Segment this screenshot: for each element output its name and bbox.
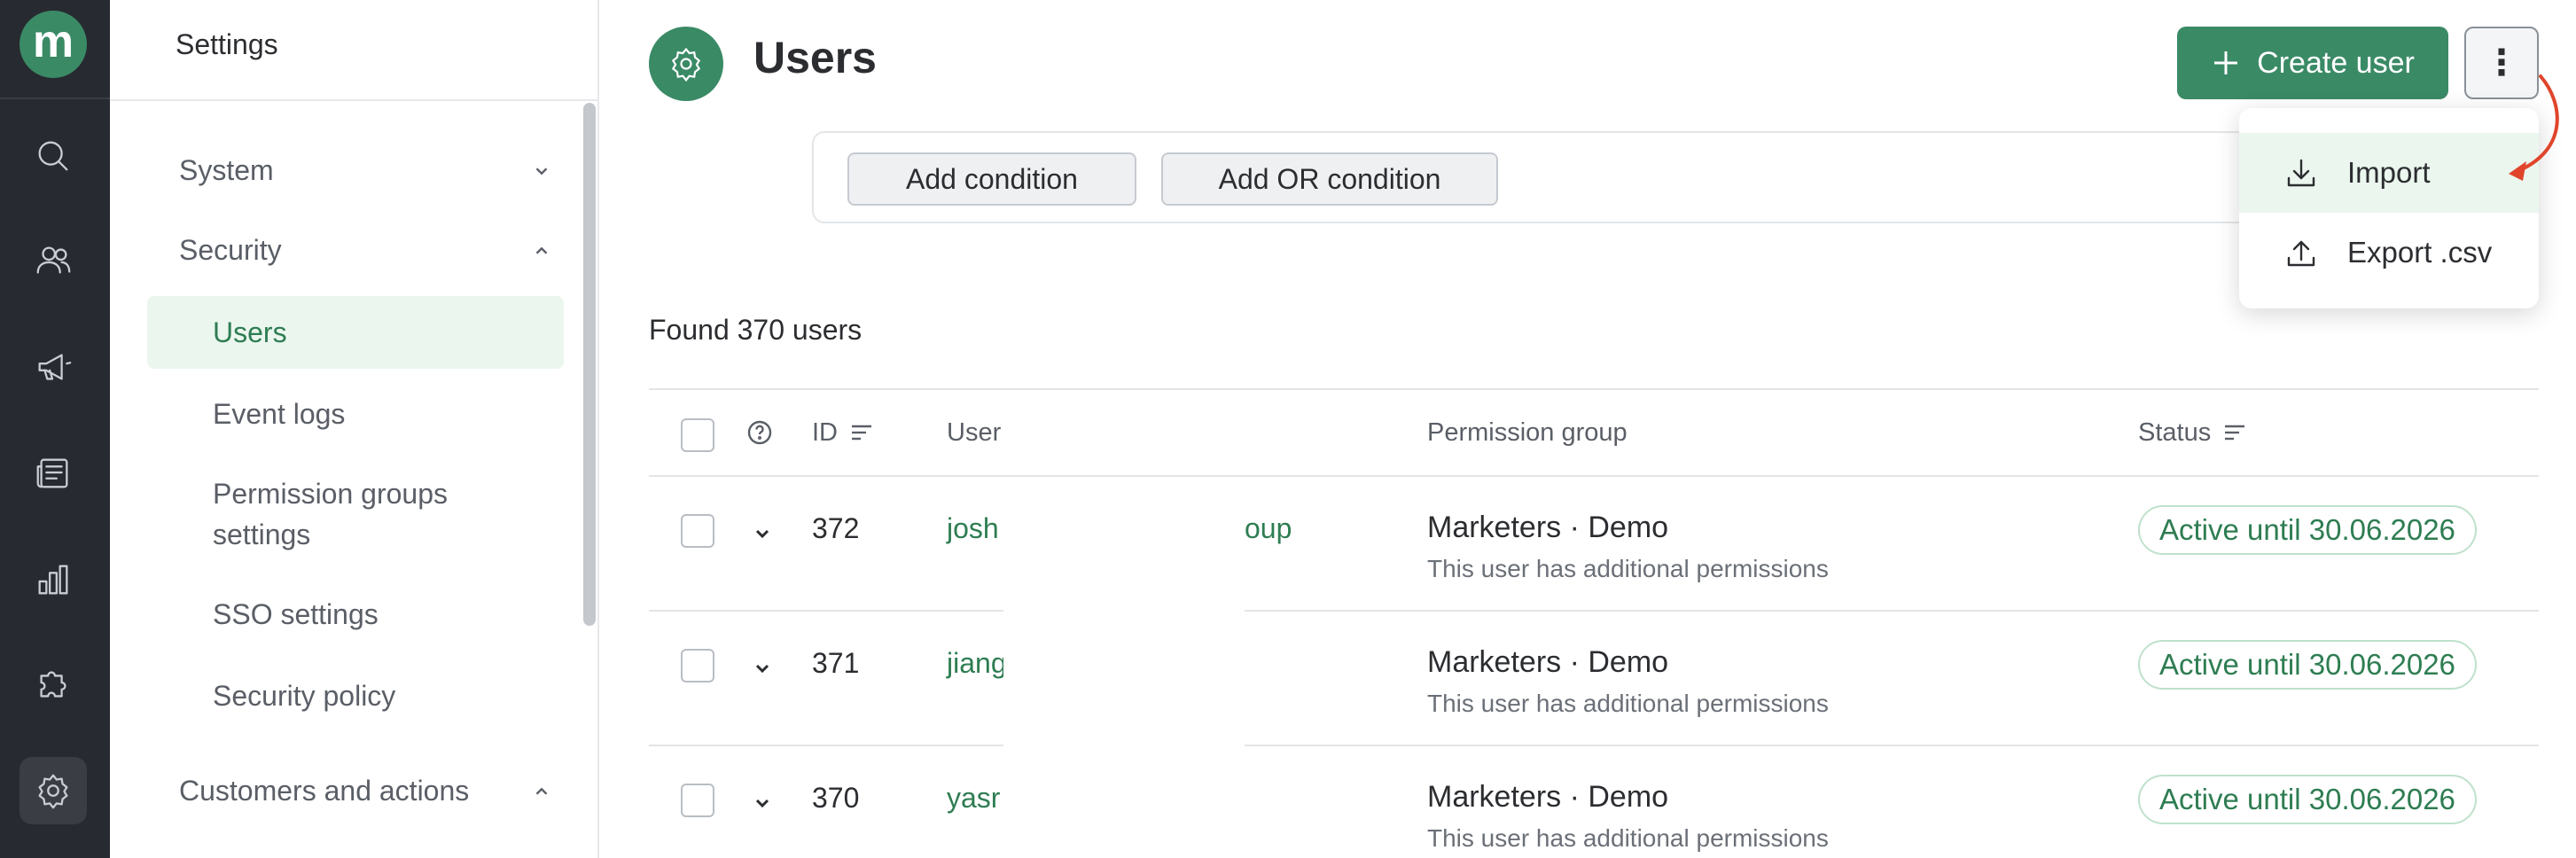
chevron-up-icon [535,787,548,795]
create-user-button[interactable]: Create user [2177,27,2448,99]
table-row[interactable]: 370 yasr Marketers · Demo This user has … [649,746,2539,858]
sidebar-group-system[interactable]: System [179,154,551,187]
help-column-header [746,390,773,475]
settings-sidebar: Settings System Security Users Event log… [110,0,599,858]
sidebar-group-label: Customers and actions [179,775,470,807]
chevron-up-icon [535,246,548,254]
sidebar-scrollbar[interactable] [583,103,596,626]
row-id: 370 [812,782,860,814]
row-checkbox[interactable] [681,514,714,548]
sidebar-item-event-logs[interactable]: Event logs [147,394,564,434]
menu-item-label: Import [2347,156,2431,189]
row-checkbox[interactable] [681,649,714,682]
puzzle-icon [40,671,66,698]
sort-icon [2225,425,2245,441]
chevron-down-icon[interactable] [752,658,773,679]
rail-campaigns-button[interactable] [20,333,87,401]
sidebar-group-security[interactable]: Security [179,234,551,267]
menu-item-label: Export .csv [2347,236,2493,269]
plus-icon [2214,51,2238,74]
sidebar-item-security-policy[interactable]: Security policy [147,675,564,716]
sidebar-item-sso[interactable]: SSO settings [147,594,564,635]
row-user-link[interactable]: yasr [947,782,1000,815]
megaphone-icon [38,354,72,380]
sidebar-divider [110,99,599,101]
rail-content-button[interactable] [20,440,87,507]
annotation-arrow [2509,74,2559,181]
rail-analytics-button[interactable] [20,546,87,613]
filter-panel: Add condition Add OR condition [812,131,2283,223]
rail-users-button[interactable] [20,227,87,294]
create-user-label: Create user [2257,45,2415,80]
row-user-link-suffix[interactable]: oup [1245,512,1292,545]
column-header-status[interactable]: Status [2138,390,2248,475]
sidebar-item-permission-groups[interactable]: Permission groups settings [147,473,564,555]
column-header-id[interactable]: ID [812,390,875,475]
status-badge: Active until 30.06.2026 [2138,775,2477,824]
row-user-link[interactable]: josh [947,512,999,545]
row-permission-note: This user has additional permissions [1427,824,1829,852]
sidebar-group-label: System [179,154,274,186]
select-all-checkbox[interactable] [681,418,714,452]
chevron-down-icon [535,167,548,175]
page-title: Users [753,33,877,82]
row-permission-group: Marketers · Demo [1427,780,1669,814]
chevron-down-icon[interactable] [752,523,773,544]
menu-item-export-csv[interactable]: Export .csv [2239,213,2539,292]
sort-icon [852,425,871,441]
row-permission-note: This user has additional permissions [1427,690,1829,717]
rail-settings-button[interactable] [20,757,87,824]
row-permission-note: This user has additional permissions [1427,555,1829,582]
results-count: Found 370 users [649,314,863,346]
upload-icon [2287,240,2315,267]
sidebar-group-label: Security [179,234,282,266]
question-circle-icon[interactable] [746,419,773,446]
rail-search-button[interactable] [20,122,87,190]
column-header-permission-group: Permission group [1427,417,1628,447]
sidebar-item-users[interactable]: Users [147,296,564,369]
redaction-mask [1003,477,1245,858]
table-header: ID User Permission group Status [649,388,2539,477]
row-checkbox[interactable] [681,784,714,817]
table-row[interactable]: 372 josh oup Marketers · Demo This user … [649,477,2539,612]
page-icon [649,27,723,101]
row-id: 372 [812,512,860,544]
row-id: 371 [812,647,860,679]
table-row[interactable]: 371 jiang Marketers · Demo This user has… [649,612,2539,746]
bar-chart-icon [38,565,68,595]
add-condition-button[interactable]: Add condition [847,152,1136,206]
more-actions-menu: Import Export .csv [2239,108,2539,308]
app-rail: m [0,0,110,858]
rail-divider [0,98,110,99]
status-badge: Active until 30.06.2026 [2138,640,2477,690]
menu-item-import[interactable]: Import [2239,133,2539,213]
status-badge: Active until 30.06.2026 [2138,505,2477,555]
row-permission-group: Marketers · Demo [1427,511,1669,544]
gear-icon [671,47,701,82]
sidebar-group-customers[interactable]: Customers and actions [179,775,551,807]
sidebar-title: Settings [176,28,278,60]
newspaper-icon [36,458,68,488]
gear-icon [38,774,68,809]
chevron-down-icon[interactable] [752,792,773,814]
row-permission-group: Marketers · Demo [1427,645,1669,679]
download-icon [2287,159,2315,187]
row-user-link[interactable]: jiang [947,647,1007,680]
app-logo[interactable]: m [20,11,87,78]
search-icon [38,141,68,171]
users-icon [36,246,71,274]
column-header-user[interactable]: User [947,390,1003,475]
rail-integrations-button[interactable] [20,651,87,718]
add-or-condition-button[interactable]: Add OR condition [1161,152,1498,206]
